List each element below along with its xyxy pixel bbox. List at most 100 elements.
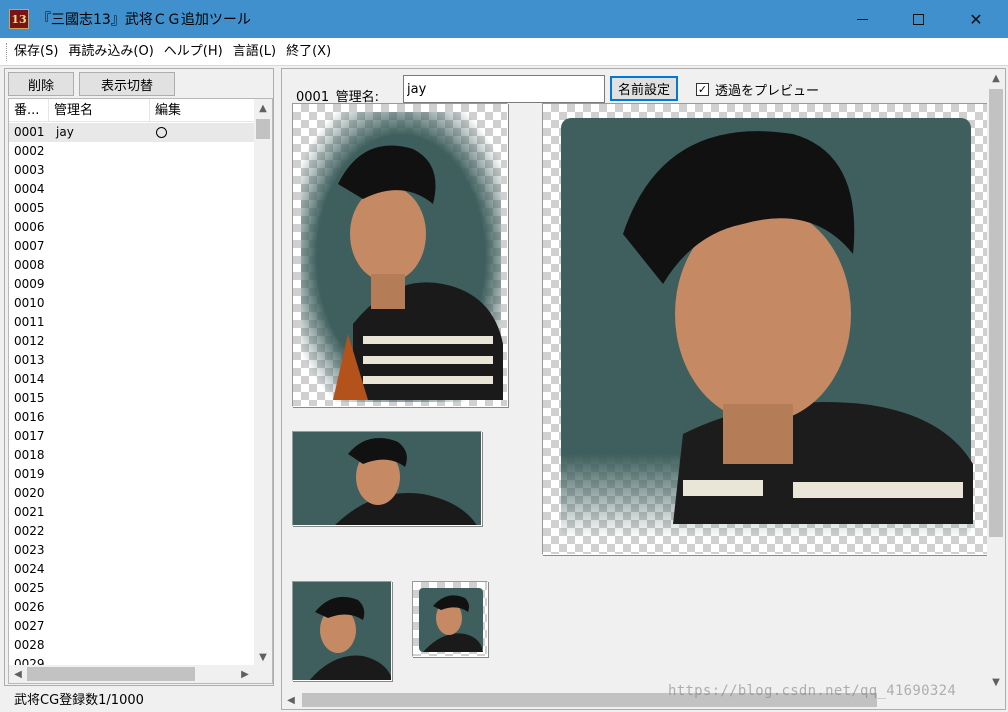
list-item[interactable]: 0004 (9, 180, 254, 199)
list-item-number: 0016 (14, 410, 45, 424)
list-item[interactable]: 0017 (9, 427, 254, 446)
list-item[interactable]: 0014 (9, 370, 254, 389)
list-item-number: 0026 (14, 600, 45, 614)
list-item[interactable]: 0015 (9, 389, 254, 408)
list-item-number: 0005 (14, 201, 45, 215)
list-item-edit (150, 560, 254, 579)
cg-list[interactable]: 番... 管理名 編集 0001 jay 0002 0003 0004 0005 0006 0… (8, 98, 273, 684)
checkbox-icon[interactable]: ✓ (696, 83, 709, 96)
list-item-name (49, 237, 150, 256)
list-hscroll-thumb[interactable] (27, 667, 195, 681)
list-item[interactable]: 0020 (9, 484, 254, 503)
list-item[interactable]: 0012 (9, 332, 254, 351)
delete-button[interactable]: 削除 (8, 72, 74, 96)
list-item[interactable]: 0019 (9, 465, 254, 484)
column-header-name[interactable]: 管理名 (49, 99, 150, 122)
preview-scroll-up-icon[interactable]: ▲ (987, 69, 1005, 87)
list-item-name (49, 218, 150, 237)
portrait-image-wide (293, 432, 481, 525)
list-item-name (49, 598, 150, 617)
list-item[interactable]: 0028 (9, 636, 254, 655)
list-item[interactable]: 0026 (9, 598, 254, 617)
list-item-name (49, 294, 150, 313)
list-item-number: 0018 (14, 448, 45, 462)
list-scroll-thumb[interactable] (256, 119, 270, 139)
list-item-number: 0024 (14, 562, 45, 576)
list-item[interactable]: 0011 (9, 313, 254, 332)
list-item-number: 0027 (14, 619, 45, 633)
maximize-button[interactable] (895, 0, 941, 38)
scroll-right-icon[interactable]: ▶ (236, 665, 254, 683)
list-item[interactable]: 0010 (9, 294, 254, 313)
column-header-edit[interactable]: 編集 (150, 99, 254, 122)
list-item-number: 0022 (14, 524, 45, 538)
list-item-edit (150, 142, 254, 161)
column-header-number[interactable]: 番... (9, 99, 49, 122)
close-button[interactable]: ✕ (953, 0, 999, 38)
list-item-number: 0012 (14, 334, 45, 348)
list-item[interactable]: 0003 (9, 161, 254, 180)
list-item[interactable]: 0025 (9, 579, 254, 598)
transparency-preview-checkbox[interactable]: ✓ 透過をプレビュー (696, 80, 819, 99)
list-item[interactable]: 0021 (9, 503, 254, 522)
portrait-image-tiny (419, 588, 483, 652)
list-item[interactable]: 0009 (9, 275, 254, 294)
right-panel: 0001_管理名: 名前設定 ✓ 透過をプレビュー (281, 68, 1006, 710)
list-item-number: 0009 (14, 277, 45, 291)
list-item-edit (150, 541, 254, 560)
scroll-left-icon[interactable]: ◀ (9, 665, 27, 683)
list-item[interactable]: 0002 (9, 142, 254, 161)
list-item-edit (150, 579, 254, 598)
list-item[interactable]: 0018 (9, 446, 254, 465)
minimize-button[interactable] (839, 0, 885, 38)
list-item-number: 0003 (14, 163, 45, 177)
list-item-name (49, 351, 150, 370)
list-item[interactable]: 0008 (9, 256, 254, 275)
menu-exit[interactable]: 終了(X) (281, 38, 336, 66)
portrait-image-small (293, 582, 391, 680)
list-item[interactable]: 0007 (9, 237, 254, 256)
maximize-icon (912, 13, 924, 25)
scroll-down-icon[interactable]: ▼ (254, 648, 272, 666)
list-item[interactable]: 0013 (9, 351, 254, 370)
list-item[interactable]: 0016 (9, 408, 254, 427)
list-item-number: 0028 (14, 638, 45, 652)
list-item-name (49, 370, 150, 389)
list-item[interactable]: 0005 (9, 199, 254, 218)
list-item-number: 0020 (14, 486, 45, 500)
portrait-preview-tiny (412, 581, 488, 657)
list-item-name: jay (56, 125, 74, 139)
list-item-name (49, 275, 150, 294)
list-item-edit (150, 522, 254, 541)
list-item[interactable]: 0022 (9, 522, 254, 541)
list-item-number: 0023 (14, 543, 45, 557)
list-item-edit (150, 484, 254, 503)
list-item[interactable]: 0027 (9, 617, 254, 636)
list-item-edit (150, 351, 254, 370)
scroll-up-icon[interactable]: ▲ (254, 99, 272, 117)
list-item[interactable]: 0023 (9, 541, 254, 560)
menu-reload[interactable]: 再読み込み(O) (63, 38, 158, 66)
preview-vscroll-thumb[interactable] (989, 89, 1003, 537)
preview-scroll-left-icon[interactable]: ◀ (282, 691, 300, 709)
toggle-view-button[interactable]: 表示切替 (79, 72, 175, 96)
preview-vertical-scrollbar[interactable]: ▲ ▼ (987, 69, 1005, 691)
list-item-name (49, 199, 150, 218)
list-vertical-scrollbar[interactable]: ▲ ▼ (254, 99, 272, 666)
portrait-preview-wide (292, 431, 482, 526)
list-item[interactable]: 0006 (9, 218, 254, 237)
list-item[interactable]: 0001 jay (9, 123, 254, 142)
menu-language[interactable]: 言語(L) (228, 38, 281, 66)
list-horizontal-scrollbar[interactable]: ◀ ▶ (9, 665, 254, 683)
list-item-name (49, 446, 150, 465)
menu-help[interactable]: ヘルプ(H) (159, 38, 228, 66)
list-item-number: 0008 (14, 258, 45, 272)
list-item[interactable]: 0024 (9, 560, 254, 579)
management-name-input[interactable] (403, 75, 605, 103)
list-item-name (49, 408, 150, 427)
set-name-button[interactable]: 名前設定 (610, 76, 678, 101)
preview-scroll-down-icon[interactable]: ▼ (987, 673, 1005, 691)
menu-save[interactable]: 保存(S) (9, 38, 63, 66)
transparency-preview-label: 透過をプレビュー (715, 84, 820, 99)
list-item-number: 0017 (14, 429, 45, 443)
